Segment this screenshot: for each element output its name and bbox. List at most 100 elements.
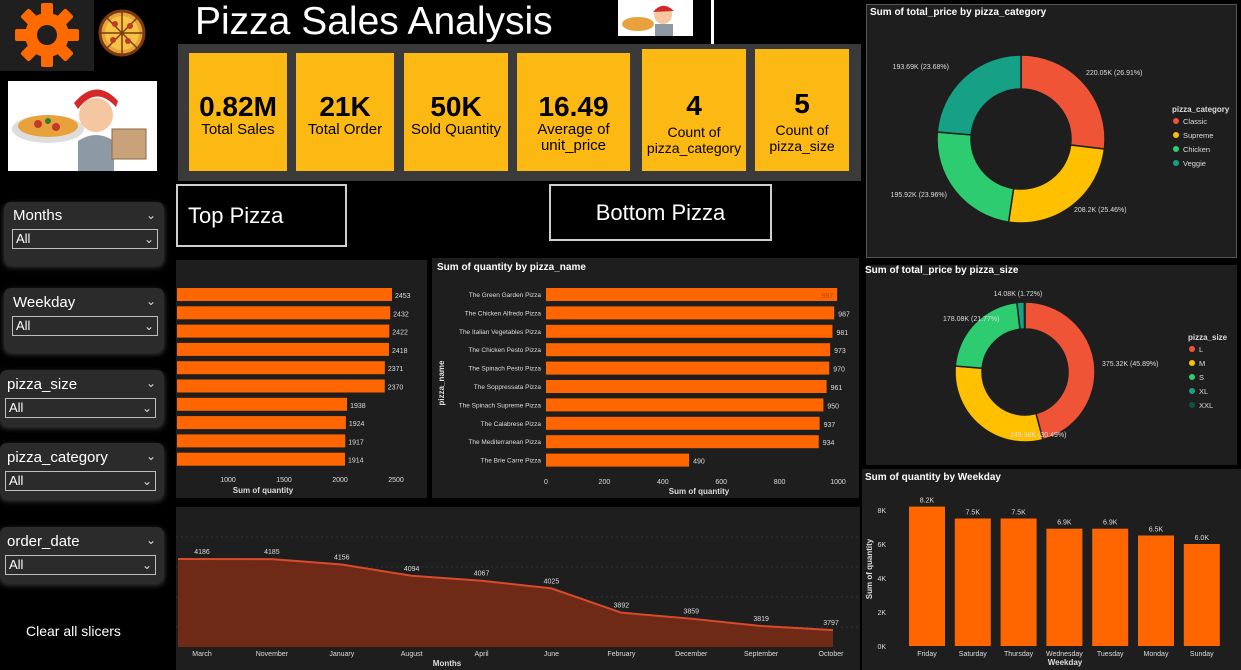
- legend-label: Classic: [1183, 117, 1207, 126]
- kpi-label: Total Order: [307, 121, 383, 138]
- tick-label: 200: [599, 479, 611, 486]
- tick-label: April: [475, 651, 489, 658]
- tick-label: August: [401, 651, 423, 658]
- order-date-dropdown[interactable]: All ⌄: [5, 555, 156, 575]
- legend-marker: [1173, 160, 1179, 166]
- size-donut-chart: 375.32K (45.89%) 249.38K (30.49%) 178.08K …: [943, 291, 1228, 443]
- bar: [546, 343, 831, 357]
- chevron-down-icon[interactable]: ⌄: [146, 376, 156, 390]
- chevron-down-icon[interactable]: ⌄: [146, 533, 156, 547]
- kpi-card-total-sales: 0.82M Total Sales: [189, 53, 287, 171]
- kpi-value: 16.49: [538, 91, 609, 122]
- bar: [546, 361, 830, 375]
- bar: [177, 288, 392, 301]
- data-label: 375.32K (45.89%): [1102, 361, 1158, 368]
- legend-label: Veggie: [1183, 159, 1206, 168]
- category-label: The Italian Vegetables Pizza: [459, 329, 541, 336]
- data-label: 4067: [474, 571, 490, 578]
- tick-label: Saturday: [959, 651, 988, 658]
- data-label: 970: [833, 367, 845, 374]
- tick-label: 0: [544, 479, 548, 486]
- pizza-category-dropdown[interactable]: All ⌄: [5, 471, 156, 491]
- weekday-dropdown[interactable]: All ⌄: [12, 316, 158, 336]
- chevron-down-icon: ⌄: [143, 232, 154, 246]
- data-label: 4185: [264, 549, 280, 556]
- chevron-down-icon: ⌄: [141, 558, 152, 572]
- tick-label: Friday: [917, 651, 937, 658]
- tick-label: Sunday: [1190, 651, 1214, 658]
- donut-slice: [954, 365, 1044, 443]
- slicer-weekday[interactable]: Weekday ⌄ All ⌄: [4, 288, 164, 352]
- data-label: 1938: [350, 403, 366, 410]
- data-label: 3797: [823, 620, 839, 627]
- slicer-months[interactable]: Months ⌄ All ⌄: [4, 202, 164, 265]
- tick-label: September: [744, 651, 779, 658]
- legend-label: Chicken: [1183, 145, 1210, 154]
- pizza-size-dropdown[interactable]: All ⌄: [5, 398, 156, 418]
- chevron-down-icon: ⌄: [143, 319, 154, 333]
- kpi-card-total-order: 21K Total Order: [296, 53, 394, 171]
- bar: [177, 434, 346, 448]
- bottom-pizza-button[interactable]: Bottom Pizza: [549, 184, 772, 241]
- data-label: 2418: [392, 348, 408, 355]
- bar: [177, 379, 385, 393]
- data-label: 1914: [348, 458, 364, 465]
- tick-label: 1500: [276, 477, 292, 484]
- donut-slice: [1023, 301, 1026, 330]
- data-label: 2370: [388, 385, 404, 392]
- kpi-label-line2: pizza_size: [769, 138, 835, 154]
- bar: [177, 452, 345, 466]
- tick-label: October: [819, 651, 845, 658]
- axis-label: Sum of quantity: [233, 486, 294, 495]
- slicer-pizza-size[interactable]: pizza_size ⌄ All ⌄: [0, 370, 164, 426]
- kpi-value: 50K: [430, 91, 482, 122]
- page-title: Pizza Sales Analysis: [195, 0, 553, 43]
- tick-label: November: [256, 651, 289, 658]
- tick-label: 2500: [388, 477, 404, 484]
- tick-label: Monday: [1144, 651, 1169, 658]
- kpi-value: 4: [686, 90, 702, 121]
- legend-label: XL: [1199, 387, 1208, 396]
- tick-label: 6K: [877, 542, 886, 549]
- months-dropdown[interactable]: All ⌄: [12, 229, 158, 249]
- settings-tile: [0, 0, 94, 71]
- legend-title: pizza_category: [1172, 105, 1230, 114]
- axis-label: Months: [433, 659, 462, 668]
- tick-label: Wednesday: [1046, 651, 1083, 658]
- data-label: 2432: [393, 311, 409, 318]
- data-label: 8.2K: [920, 498, 935, 505]
- chevron-down-icon[interactable]: ⌄: [146, 208, 156, 222]
- bar: [177, 324, 390, 338]
- slicer-pizza-category[interactable]: pizza_category ⌄ All ⌄: [0, 443, 164, 499]
- top-pizza-button[interactable]: Top Pizza: [176, 184, 347, 247]
- top-pizza-chart: 2453 2432 2422 2418 2371 2370 1938 1924 1917 1914…: [177, 288, 411, 495]
- tick-label: 400: [657, 479, 669, 486]
- area-fill: [178, 559, 833, 647]
- data-label: 2453: [395, 293, 411, 300]
- kpi-label-line2: unit_price: [540, 137, 607, 154]
- data-label: 973: [834, 348, 846, 355]
- tick-label: June: [544, 651, 559, 658]
- kpi-value: 21K: [319, 91, 371, 122]
- chevron-down-icon[interactable]: ⌄: [146, 294, 156, 308]
- legend-marker: [1189, 402, 1195, 408]
- kpi-label: Total Sales: [201, 121, 275, 138]
- slicer-order-date[interactable]: order_date ⌄ All ⌄: [0, 527, 164, 583]
- donut-slice: [936, 131, 1015, 223]
- bar: [546, 416, 820, 430]
- bar: [1183, 544, 1220, 646]
- data-label: 6.0K: [1195, 535, 1210, 542]
- clear-slicers-button[interactable]: Clear all slicers: [26, 623, 121, 639]
- tick-label: 600: [715, 479, 727, 486]
- kpi-label-line1: Count of: [775, 122, 829, 138]
- title-chef-image: [618, 0, 693, 36]
- data-label: 1924: [349, 421, 365, 428]
- chevron-down-icon[interactable]: ⌄: [146, 449, 156, 463]
- legend-marker: [1189, 346, 1195, 352]
- data-label: 961: [831, 385, 843, 392]
- slicer-label: pizza_size: [7, 376, 78, 393]
- data-label: 220.05K (26.91%): [1086, 70, 1142, 77]
- tick-label: 2K: [877, 610, 886, 617]
- kpi-label: Sold Quantity: [410, 121, 502, 138]
- gear-icon: [15, 3, 79, 67]
